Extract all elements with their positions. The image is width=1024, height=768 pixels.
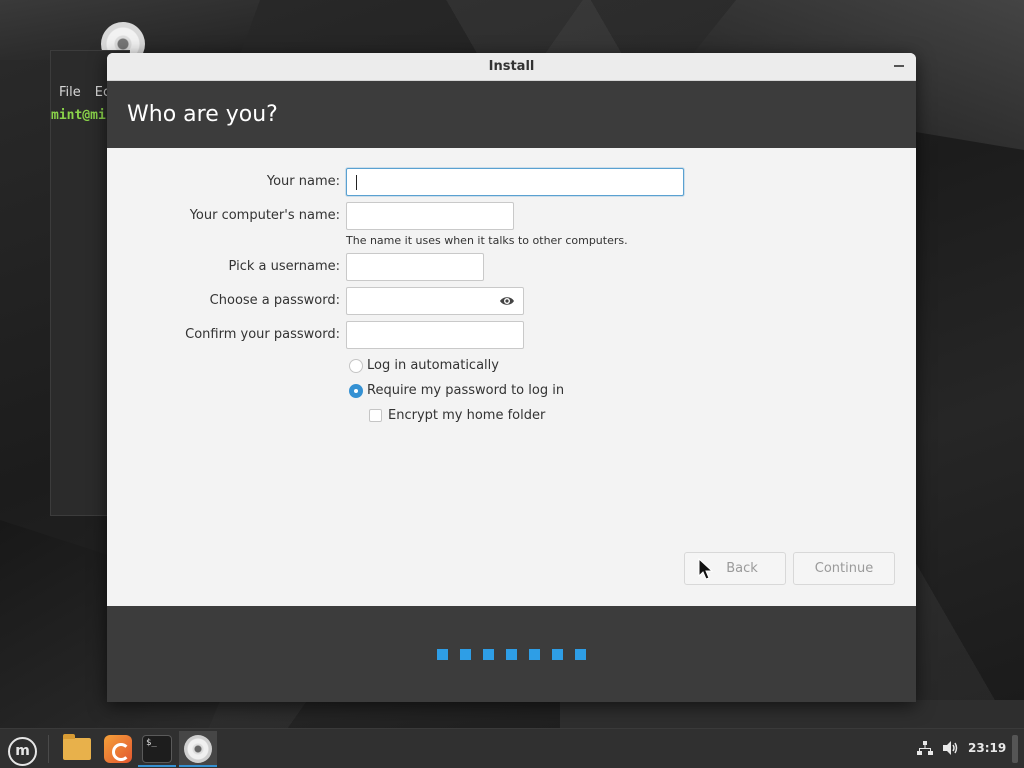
network-icon[interactable] <box>917 740 933 756</box>
mouse-pointer-icon <box>698 558 714 580</box>
text-caret <box>356 175 357 190</box>
encrypt-home-option[interactable]: Encrypt my home folder <box>349 407 649 427</box>
progress-step <box>460 649 471 660</box>
back-button[interactable]: Back <box>684 552 786 585</box>
password-row: Choose a password: <box>107 287 916 315</box>
computer-name-label: Your computer's name: <box>189 208 340 223</box>
terminal-icon: $_ <box>142 735 172 763</box>
progress-footer <box>107 606 916 702</box>
back-button-label: Back <box>726 561 758 576</box>
terminal-prompt: mint@mi <box>51 108 106 123</box>
taskbar-separator <box>48 735 49 763</box>
computer-name-row: Your computer's name: <box>107 202 916 230</box>
clock[interactable]: 23:19 <box>968 741 1006 755</box>
taskbar-installer[interactable] <box>179 731 217 767</box>
require-password-option[interactable]: Require my password to log in <box>349 382 649 402</box>
taskbar-terminal[interactable]: $_ <box>138 731 176 767</box>
progress-step <box>552 649 563 660</box>
login-automatically-radio[interactable] <box>349 359 363 373</box>
password-input[interactable] <box>346 287 524 315</box>
taskbar-firefox[interactable] <box>99 731 137 767</box>
continue-button[interactable]: Continue <box>793 552 895 585</box>
username-input[interactable] <box>346 253 484 281</box>
require-password-label: Require my password to log in <box>367 383 565 398</box>
progress-step <box>437 649 448 660</box>
encrypt-home-label: Encrypt my home folder <box>388 408 546 423</box>
your-name-row: Your name: <box>107 168 916 196</box>
username-row: Pick a username: <box>107 253 916 281</box>
disc-icon <box>184 735 212 763</box>
taskbar: m $_ 23:19 <box>0 728 1024 768</box>
installer-window: Install Who are you? Your name: Your com… <box>107 53 916 702</box>
login-automatically-label: Log in automatically <box>367 358 499 373</box>
firefox-icon <box>104 735 132 763</box>
eye-icon[interactable] <box>499 295 515 307</box>
encrypt-home-checkbox[interactable] <box>369 409 382 422</box>
folder-icon <box>63 734 91 760</box>
window-title: Install <box>488 59 535 74</box>
page-title: Who are you? <box>127 102 278 127</box>
username-label: Pick a username: <box>228 259 340 274</box>
page-header: Who are you? <box>107 81 916 148</box>
form-content: Your name: Your computer's name: The nam… <box>107 148 916 606</box>
confirm-password-label: Confirm your password: <box>185 327 340 342</box>
confirm-password-input[interactable] <box>346 321 524 349</box>
progress-step <box>483 649 494 660</box>
computer-name-input[interactable] <box>346 202 514 230</box>
background-shape <box>560 700 1024 728</box>
your-name-input[interactable] <box>346 168 684 196</box>
progress-step <box>575 649 586 660</box>
progress-indicator <box>437 649 586 660</box>
progress-step <box>529 649 540 660</box>
terminal-menu-file[interactable]: File <box>59 85 81 100</box>
computer-name-hint: The name it uses when it talks to other … <box>346 234 628 247</box>
continue-button-label: Continue <box>814 561 874 576</box>
confirm-password-row: Confirm your password: <box>107 321 916 349</box>
progress-step <box>506 649 517 660</box>
require-password-radio[interactable] <box>349 384 363 398</box>
password-label: Choose a password: <box>209 293 340 308</box>
your-name-label: Your name: <box>266 174 340 189</box>
mint-menu-icon: m <box>8 737 37 766</box>
taskbar-files[interactable] <box>58 731 96 767</box>
login-automatically-option[interactable]: Log in automatically <box>349 357 649 377</box>
window-titlebar[interactable]: Install <box>107 53 916 81</box>
show-desktop-button[interactable] <box>1012 735 1018 763</box>
mint-menu-button[interactable]: m <box>2 731 40 767</box>
minimize-button[interactable] <box>894 65 904 67</box>
volume-icon[interactable] <box>942 740 960 756</box>
